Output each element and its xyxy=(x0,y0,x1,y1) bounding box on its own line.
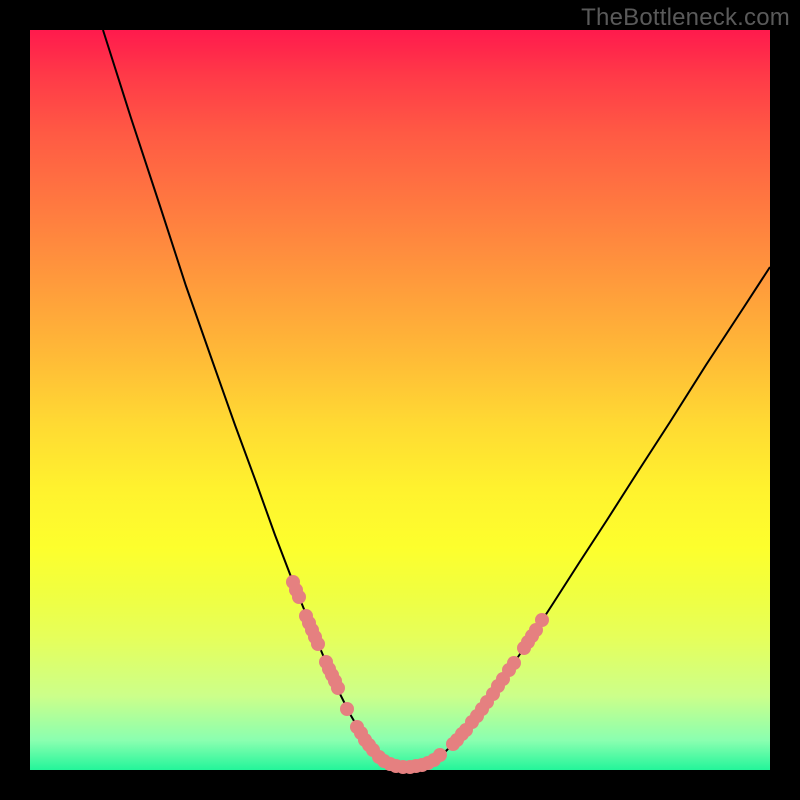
scatter-dots xyxy=(286,575,549,774)
scatter-dot xyxy=(331,681,345,695)
v-curve-path xyxy=(103,30,770,767)
scatter-dot xyxy=(433,748,447,762)
scatter-dot xyxy=(340,702,354,716)
chart-frame xyxy=(30,30,770,770)
scatter-dot xyxy=(311,637,325,651)
chart-svg xyxy=(30,30,770,770)
watermark-text: TheBottleneck.com xyxy=(581,4,790,32)
scatter-dot xyxy=(292,590,306,604)
scatter-dot xyxy=(535,613,549,627)
scatter-dot xyxy=(507,656,521,670)
